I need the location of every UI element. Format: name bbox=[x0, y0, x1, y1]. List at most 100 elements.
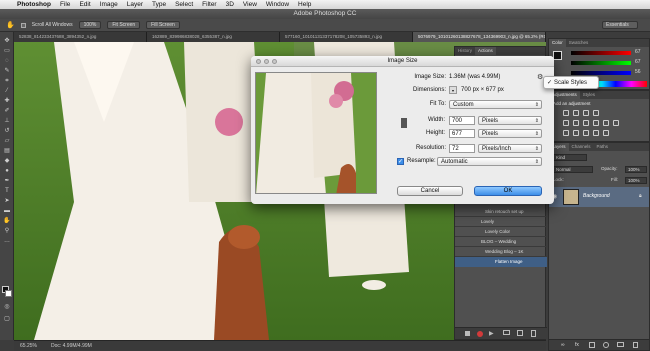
pen-tool-icon[interactable]: ✒ bbox=[3, 178, 11, 185]
stamp-tool-icon[interactable]: ⊥ bbox=[3, 118, 11, 125]
channel-mixer-icon[interactable] bbox=[613, 120, 619, 126]
dodge-tool-icon[interactable]: ● bbox=[3, 168, 11, 175]
fill-field[interactable]: 100% bbox=[625, 177, 647, 184]
action-item[interactable]: Lovely bbox=[455, 217, 547, 227]
threshold-icon[interactable] bbox=[583, 130, 589, 136]
tab-history[interactable]: History bbox=[455, 47, 475, 55]
menu-help[interactable]: Help bbox=[298, 1, 311, 8]
layer-filter-kind[interactable]: Kind bbox=[553, 154, 587, 161]
new-action-icon[interactable] bbox=[517, 330, 523, 336]
background-color-swatch[interactable] bbox=[5, 290, 12, 297]
color-balance-icon[interactable] bbox=[583, 120, 589, 126]
brush-tool-icon[interactable]: ✐ bbox=[3, 108, 11, 115]
path-select-icon[interactable]: ➤ bbox=[3, 198, 11, 205]
action-item[interactable]: Lovely Color bbox=[455, 227, 547, 237]
quick-mask-icon[interactable]: ◎ bbox=[3, 304, 11, 311]
menu-app-name[interactable]: Photoshop bbox=[17, 1, 51, 8]
tab-color[interactable]: Color bbox=[549, 39, 566, 47]
width-input[interactable]: 700 bbox=[449, 116, 475, 125]
curves-icon[interactable] bbox=[583, 110, 589, 116]
lasso-tool-icon[interactable]: ◌ bbox=[3, 58, 11, 65]
doc-tab-active[interactable]: 5076979_10101260138827678_134369903_n.jp… bbox=[413, 32, 546, 42]
dimensions-dropdown[interactable]: ▾ bbox=[449, 86, 457, 94]
selective-color-icon[interactable] bbox=[603, 130, 609, 136]
blue-value[interactable]: 56 bbox=[635, 69, 641, 75]
zoom-tool-icon[interactable]: ⚲ bbox=[3, 228, 11, 235]
resample-checkbox[interactable]: ✓ bbox=[397, 158, 404, 165]
stop-icon[interactable] bbox=[465, 331, 470, 336]
gradient-map-icon[interactable] bbox=[593, 130, 599, 136]
menu-edit[interactable]: Edit bbox=[79, 1, 90, 8]
ok-button[interactable]: OK bbox=[474, 186, 542, 196]
resolution-input[interactable]: 72 bbox=[449, 144, 475, 153]
width-unit-select[interactable]: Pixels ⇕ bbox=[478, 116, 542, 125]
tab-paths[interactable]: Paths bbox=[594, 143, 612, 151]
menu-filter[interactable]: Filter bbox=[202, 1, 216, 8]
height-input[interactable]: 677 bbox=[449, 129, 475, 138]
fit-screen-button[interactable]: Fit Screen bbox=[107, 21, 141, 29]
link-layers-icon[interactable]: ∞ bbox=[561, 342, 565, 348]
edit-toolbar-icon[interactable]: … bbox=[3, 238, 11, 245]
trash-icon[interactable] bbox=[531, 330, 536, 337]
menu-image[interactable]: Image bbox=[100, 1, 118, 8]
crop-tool-icon[interactable]: ⌗ bbox=[3, 78, 11, 85]
menu-layer[interactable]: Layer bbox=[127, 1, 143, 8]
doc-tab-1[interactable]: 52838_814233437688_3894352_n.jpg bbox=[14, 32, 147, 42]
play-icon[interactable]: ▶ bbox=[489, 330, 494, 337]
resample-select[interactable]: Automatic ⇕ bbox=[437, 157, 542, 166]
tab-channels[interactable]: Channels bbox=[569, 143, 594, 151]
green-slider[interactable] bbox=[571, 61, 631, 65]
mask-icon[interactable] bbox=[589, 342, 595, 348]
green-value[interactable]: 67 bbox=[635, 59, 641, 65]
blend-mode-select[interactable]: Normal bbox=[553, 166, 593, 173]
blur-tool-icon[interactable]: ◆ bbox=[3, 158, 11, 165]
height-unit-select[interactable]: Pixels ⇕ bbox=[478, 129, 542, 138]
layer-name[interactable]: Background bbox=[583, 193, 610, 199]
doc-tab-2[interactable]: 162889_839986838028_6355387_n.jpg bbox=[147, 32, 280, 42]
history-brush-icon[interactable]: ↺ bbox=[3, 128, 11, 135]
fill-screen-button[interactable]: Fill Screen bbox=[146, 21, 180, 29]
workspace-select[interactable]: Essentials bbox=[602, 21, 638, 29]
action-item[interactable]: BLOG – Wedding bbox=[455, 237, 547, 247]
fit-to-select[interactable]: Custom ⇕ bbox=[449, 100, 542, 109]
record-icon[interactable] bbox=[477, 331, 483, 337]
eyedropper-tool-icon[interactable]: ⁄ bbox=[3, 88, 11, 95]
zoom-level[interactable]: 65.25% bbox=[20, 343, 37, 349]
close-icon[interactable] bbox=[256, 59, 261, 64]
quick-select-tool-icon[interactable]: ✎ bbox=[3, 68, 11, 75]
tab-actions[interactable]: Actions bbox=[475, 47, 496, 55]
zoom-icon[interactable] bbox=[272, 59, 277, 64]
doc-tab-3[interactable]: 577160_10101131337178208_105735893_n.jpg bbox=[280, 32, 413, 42]
zoom-100-button[interactable]: 100% bbox=[78, 21, 102, 29]
tab-styles[interactable]: Styles bbox=[580, 91, 598, 99]
menu-3d[interactable]: 3D bbox=[226, 1, 234, 8]
cancel-button[interactable]: Cancel bbox=[397, 186, 463, 196]
fx-icon[interactable]: fx bbox=[575, 342, 579, 348]
screen-mode-icon[interactable]: ▢ bbox=[3, 316, 11, 323]
doc-size[interactable]: Doc: 4.99M/4.99M bbox=[51, 343, 92, 349]
delete-layer-icon[interactable] bbox=[633, 342, 638, 348]
marquee-tool-icon[interactable]: ▭ bbox=[3, 48, 11, 55]
minimize-icon[interactable] bbox=[264, 59, 269, 64]
new-group-icon[interactable] bbox=[617, 342, 624, 347]
folder-icon[interactable] bbox=[503, 330, 510, 335]
resolution-unit-select[interactable]: Pixels/Inch ⇕ bbox=[478, 144, 542, 153]
layer-row-background[interactable]: ◉ Background 🔒︎ bbox=[549, 187, 649, 207]
red-value[interactable]: 67 bbox=[635, 49, 641, 55]
photo-filter-icon[interactable] bbox=[603, 120, 609, 126]
levels-icon[interactable] bbox=[573, 110, 579, 116]
blue-slider[interactable] bbox=[571, 71, 631, 75]
black-white-icon[interactable] bbox=[593, 120, 599, 126]
action-item-selected[interactable]: Flatten Image bbox=[455, 257, 547, 267]
image-preview[interactable] bbox=[255, 72, 377, 194]
shape-tool-icon[interactable]: ▬ bbox=[3, 208, 11, 215]
scale-styles-menu-item[interactable]: ✓ Scale Styles bbox=[543, 76, 599, 89]
action-item[interactable]: Skin retouch set up bbox=[455, 207, 547, 217]
opacity-field[interactable]: 100% bbox=[625, 166, 647, 173]
tab-swatches[interactable]: Swatches bbox=[566, 39, 592, 47]
adjustment-layer-icon[interactable] bbox=[603, 342, 609, 348]
scroll-all-checkbox[interactable] bbox=[20, 22, 26, 28]
hue-saturation-icon[interactable] bbox=[573, 120, 579, 126]
menu-file[interactable]: File bbox=[60, 1, 70, 8]
gradient-tool-icon[interactable]: ▤ bbox=[3, 148, 11, 155]
